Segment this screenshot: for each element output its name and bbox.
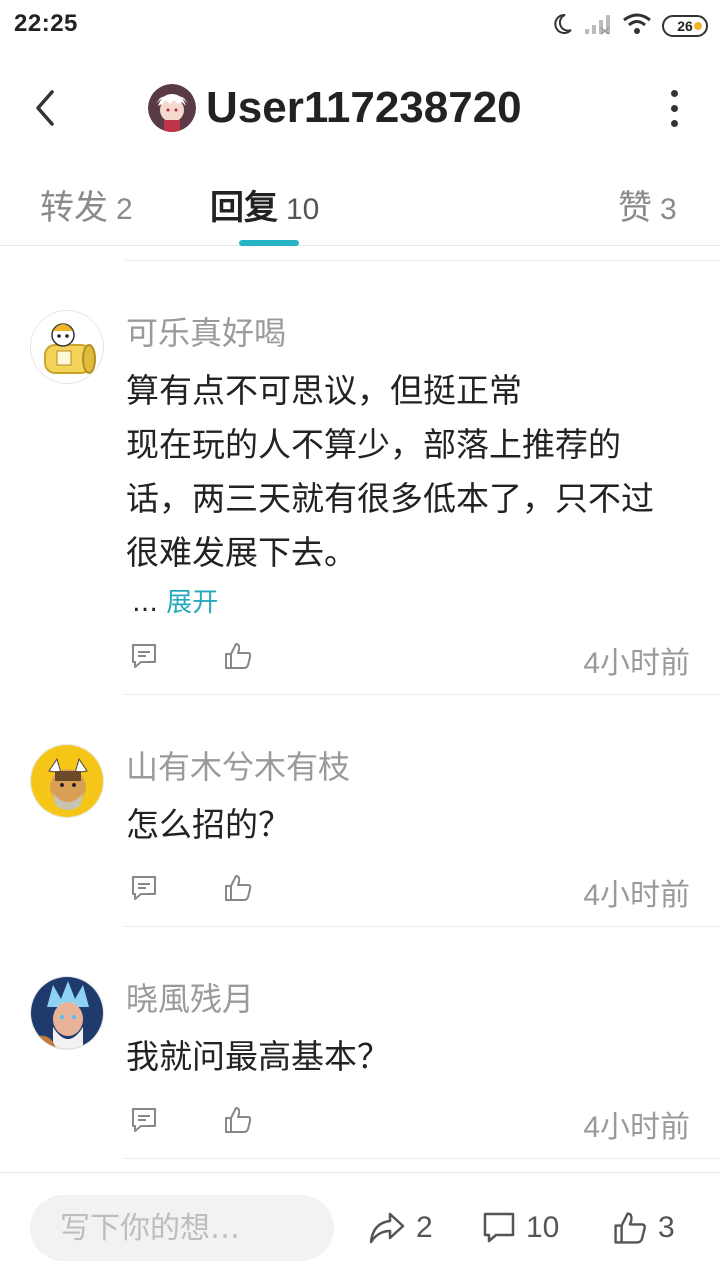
comment-actions: 4小时前 <box>126 638 690 680</box>
reply-button[interactable] <box>126 870 162 906</box>
wifi-icon <box>622 12 652 40</box>
comment-text: 我就问最高基本？ <box>126 1037 390 1076</box>
like-button[interactable] <box>220 638 256 674</box>
commenter-name[interactable]: 山有木兮木有枝 <box>126 742 350 788</box>
comment-text: 算有点不可思议，但挺正常 现在玩的人不算少，部落上推荐的话，两三天就有很多低本了… <box>126 371 654 572</box>
expand-row: … 展开 <box>132 582 218 619</box>
like-count: 3 <box>658 1211 675 1244</box>
tab-repost[interactable]: 转发 2 <box>40 180 133 229</box>
expand-link[interactable]: 展开 <box>166 588 218 618</box>
tab-likes[interactable]: 赞 3 <box>618 180 677 229</box>
tab-label: 回复 <box>210 188 278 228</box>
repost-count: 2 <box>416 1211 433 1244</box>
tab-label: 赞 <box>618 188 652 228</box>
more-dot <box>670 89 678 97</box>
comment-icon <box>132 876 156 900</box>
page-header: User117238720 <box>0 60 720 156</box>
tab-count: 10 <box>286 193 320 226</box>
page-title: User117238720 <box>206 83 522 132</box>
comment-actions: 4小时前 <box>126 1102 690 1144</box>
tab-bar: 转发 2 回复 10 赞 3 <box>0 170 720 246</box>
comment-time: 4小时前 <box>583 1111 690 1144</box>
repost-button[interactable]: 2 <box>368 1203 433 1253</box>
commenter-avatar[interactable] <box>30 744 104 818</box>
like-button[interactable]: 3 <box>612 1203 675 1253</box>
status-icons: 26 <box>550 12 708 40</box>
status-time: 22:25 <box>14 10 78 37</box>
comment-icon <box>132 644 156 668</box>
divider <box>124 260 720 261</box>
more-options-button[interactable] <box>664 88 684 128</box>
battery-dot <box>694 22 702 30</box>
divider <box>124 694 720 695</box>
comment-actions: 4小时前 <box>126 870 690 912</box>
battery-level: 26 <box>677 18 693 34</box>
reply-button[interactable] <box>126 638 162 674</box>
header-title-group: User117238720 <box>148 78 522 138</box>
back-button[interactable] <box>24 84 64 132</box>
moon-icon <box>550 12 574 40</box>
user-avatar[interactable] <box>148 84 196 132</box>
like-button[interactable] <box>220 870 256 906</box>
comment-time: 4小时前 <box>583 879 690 912</box>
thumbs-up-icon <box>225 875 252 901</box>
commenter-name[interactable]: 可乐真好喝 <box>126 308 286 354</box>
reply-input[interactable] <box>30 1195 334 1261</box>
thumbs-up-icon <box>225 643 252 669</box>
tab-reply[interactable]: 回复 10 <box>210 180 319 229</box>
tab-count: 2 <box>116 193 133 226</box>
divider <box>124 926 720 927</box>
comment-button[interactable]: 10 <box>482 1203 559 1253</box>
reply-button[interactable] <box>126 1102 162 1138</box>
like-button[interactable] <box>220 1102 256 1138</box>
commenter-avatar[interactable] <box>30 310 104 384</box>
share-arrow-icon <box>369 1212 405 1244</box>
thumbs-up-icon <box>614 1212 646 1244</box>
more-dot <box>670 104 678 112</box>
battery-indicator: 26 <box>662 15 708 37</box>
comment-count: 10 <box>526 1211 560 1244</box>
comment-text: 怎么招的？ <box>126 805 291 844</box>
commenter-avatar[interactable] <box>30 976 104 1050</box>
commenter-name[interactable]: 晓風残月 <box>126 974 254 1020</box>
active-tab-indicator <box>239 240 299 246</box>
comment-time: 4小时前 <box>583 647 690 680</box>
ellipsis: … <box>132 588 158 618</box>
tab-label: 转发 <box>40 188 108 228</box>
tab-count: 3 <box>660 193 677 226</box>
comment-icon <box>483 1212 515 1243</box>
more-dot <box>670 119 678 127</box>
status-bar: 22:25 26 <box>0 0 720 52</box>
thumbs-up-icon <box>225 1107 252 1133</box>
divider <box>124 1158 720 1159</box>
comment-icon <box>132 1108 156 1132</box>
chevron-left-icon <box>36 90 54 126</box>
signal-icon <box>584 13 612 39</box>
bottom-action-bar: 2 10 3 <box>0 1172 720 1280</box>
